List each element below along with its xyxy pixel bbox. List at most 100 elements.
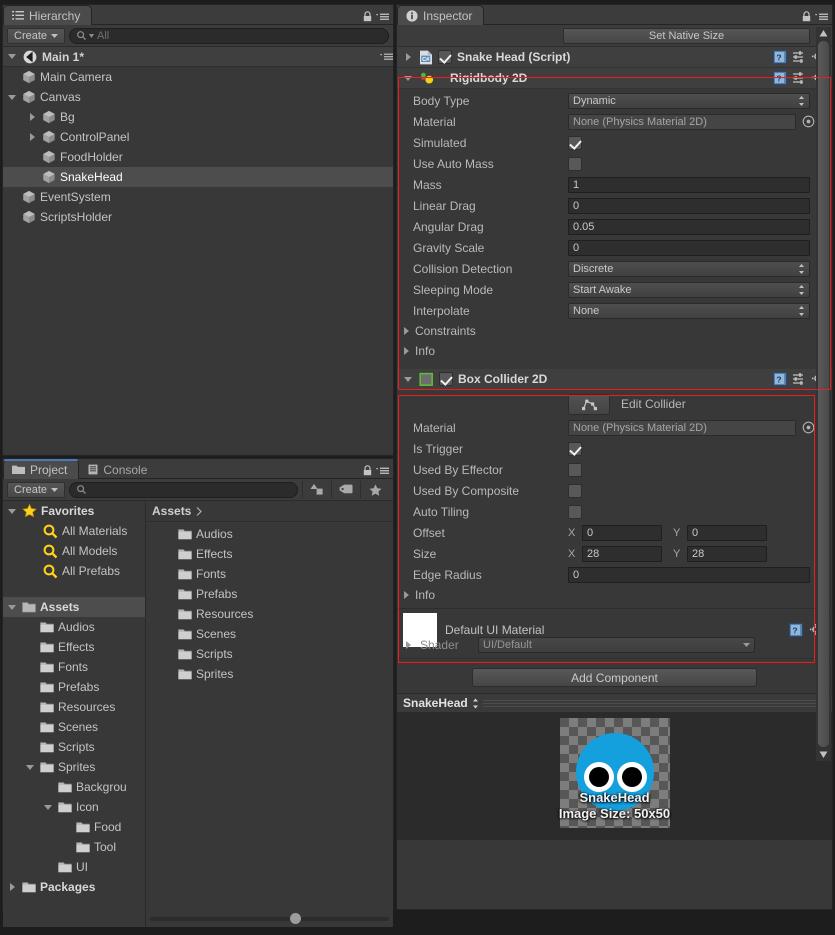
input-linear-drag[interactable]: 0 xyxy=(568,197,810,214)
component-header-box-collider-2d[interactable]: Box Collider 2D ? xyxy=(397,369,832,390)
preview-drag-grip[interactable] xyxy=(482,699,826,707)
tree-item-backgrou[interactable]: Backgrou xyxy=(3,777,145,797)
tree-item-scripts[interactable]: Scripts xyxy=(3,737,145,757)
contents-hscroll-thumb[interactable] xyxy=(290,913,301,924)
hierarchy-item-snakehead[interactable]: SnakeHead xyxy=(3,167,393,187)
content-item-effects[interactable]: Effects xyxy=(146,544,393,564)
preset-icon[interactable] xyxy=(792,50,806,64)
dropdown-shader[interactable]: UI/Default xyxy=(478,637,755,653)
checkbox-auto-tiling[interactable] xyxy=(568,504,582,519)
favorites-expand-arrow[interactable] xyxy=(7,506,18,517)
project-create-button[interactable]: Create xyxy=(7,481,66,498)
panel-menu-icon[interactable] xyxy=(376,465,389,476)
tree-9-expand-arrow[interactable] xyxy=(43,802,54,813)
hierarchy-create-button[interactable]: Create xyxy=(7,27,66,44)
assets-expand-arrow[interactable] xyxy=(7,602,18,613)
hierarchy-item-main-camera[interactable]: Main Camera xyxy=(3,67,393,87)
input-edge-radius[interactable]: 0 xyxy=(568,566,810,583)
component-header-snake-head-script[interactable]: C# Snake Head (Script) ? xyxy=(397,47,832,68)
script-expand-arrow[interactable] xyxy=(403,52,414,63)
input-size-y[interactable]: 28 xyxy=(687,545,767,562)
breadcrumb-assets[interactable]: Assets xyxy=(152,504,191,518)
script-enabled-checkbox[interactable] xyxy=(438,50,452,64)
tree-item-fonts[interactable]: Fonts xyxy=(3,657,145,677)
tree-13-expand-arrow[interactable] xyxy=(7,882,18,893)
help-icon[interactable]: ? xyxy=(789,623,803,637)
help-icon[interactable]: ? xyxy=(773,50,787,64)
tree-item-audios[interactable]: Audios xyxy=(3,617,145,637)
component-header-rigidbody-2d[interactable]: Rigidbody 2D ? xyxy=(397,68,832,89)
foldout-constraints[interactable]: Constraints xyxy=(397,321,832,341)
content-item-sprites[interactable]: Sprites xyxy=(146,664,393,684)
scene-menu-icon[interactable] xyxy=(380,51,393,62)
set-native-size-button[interactable]: Set Native Size xyxy=(563,27,810,44)
tree-item-packages[interactable]: Packages xyxy=(3,877,145,897)
dropdown-sleeping-mode[interactable]: Start Awake xyxy=(568,281,810,298)
tab-inspector[interactable]: Inspector xyxy=(397,5,485,25)
assets-root-row[interactable]: Assets xyxy=(3,597,145,617)
lock-icon[interactable] xyxy=(362,465,373,476)
hierarchy-3-expand-arrow[interactable] xyxy=(27,132,38,143)
content-item-fonts[interactable]: Fonts xyxy=(146,564,393,584)
tab-console[interactable]: Console xyxy=(79,459,159,479)
dropdown-body-type[interactable]: Dynamic xyxy=(568,92,810,109)
tree-item-food[interactable]: Food xyxy=(3,817,145,837)
object-picker-icon[interactable] xyxy=(802,421,815,434)
objectfield-rb-material[interactable]: None (Physics Material 2D) xyxy=(568,113,796,130)
tree-item-ui[interactable]: UI xyxy=(3,857,145,877)
hierarchy-1-expand-arrow[interactable] xyxy=(7,92,18,103)
panel-menu-icon[interactable] xyxy=(815,11,828,22)
panel-menu-icon[interactable] xyxy=(376,11,389,22)
preset-icon[interactable] xyxy=(792,71,806,85)
dropdown-collision-detection[interactable]: Discrete xyxy=(568,260,810,277)
objectfield-collider-material[interactable]: None (Physics Material 2D) xyxy=(568,419,796,436)
scene-root-row[interactable]: Main 1* xyxy=(3,47,393,67)
hierarchy-2-expand-arrow[interactable] xyxy=(27,112,38,123)
tree-item-prefabs[interactable]: Prefabs xyxy=(3,677,145,697)
content-item-scenes[interactable]: Scenes xyxy=(146,624,393,644)
rb-info-expand-arrow[interactable] xyxy=(401,346,412,357)
rigidbody-expand-arrow[interactable] xyxy=(403,73,414,84)
scene-expand-arrow[interactable] xyxy=(7,51,18,62)
tree-item-sprites[interactable]: Sprites xyxy=(3,757,145,777)
tree-item-tool[interactable]: Tool xyxy=(3,837,145,857)
input-mass[interactable]: 1 xyxy=(568,176,810,193)
content-item-audios[interactable]: Audios xyxy=(146,524,393,544)
foldout-rb-info[interactable]: Info xyxy=(397,341,832,361)
tree-item-effects[interactable]: Effects xyxy=(3,637,145,657)
preset-icon[interactable] xyxy=(792,372,806,386)
content-item-prefabs[interactable]: Prefabs xyxy=(146,584,393,604)
input-offset-y[interactable]: 0 xyxy=(687,524,767,541)
input-offset-x[interactable]: 0 xyxy=(582,524,662,541)
collider-info-expand-arrow[interactable] xyxy=(401,590,412,601)
help-icon[interactable]: ? xyxy=(773,372,787,386)
checkbox-is-trigger[interactable] xyxy=(568,441,582,456)
contents-hscrollbar[interactable] xyxy=(150,913,389,924)
material-expand-arrow[interactable] xyxy=(403,640,414,651)
hierarchy-item-foodholder[interactable]: FoodHolder xyxy=(3,147,393,167)
collider-enabled-checkbox[interactable] xyxy=(439,372,453,386)
tab-hierarchy[interactable]: Hierarchy xyxy=(3,5,93,25)
checkbox-simulated[interactable] xyxy=(568,135,582,150)
hierarchy-item-controlpanel[interactable]: ControlPanel xyxy=(3,127,393,147)
dropdown-interpolate[interactable]: None xyxy=(568,302,810,319)
input-size-x[interactable]: 28 xyxy=(582,545,662,562)
inspector-scrollbar[interactable] xyxy=(816,27,831,761)
filter-by-type-button[interactable] xyxy=(302,481,331,498)
project-search-input[interactable] xyxy=(69,481,298,498)
add-component-button[interactable]: Add Component xyxy=(472,668,757,687)
tree-7-expand-arrow[interactable] xyxy=(25,762,36,773)
favorites-filter-button[interactable] xyxy=(360,481,389,498)
hierarchy-item-bg[interactable]: Bg xyxy=(3,107,393,127)
input-gravity-scale[interactable]: 0 xyxy=(568,239,810,256)
hierarchy-search-input[interactable]: All xyxy=(69,27,389,44)
hierarchy-item-eventsystem[interactable]: EventSystem xyxy=(3,187,393,207)
favorite-item-all-prefabs[interactable]: All Prefabs xyxy=(3,561,145,581)
checkbox-use-auto-mass[interactable] xyxy=(568,156,582,171)
hierarchy-item-scriptsholder[interactable]: ScriptsHolder xyxy=(3,207,393,227)
checkbox-used-by-effector[interactable] xyxy=(568,462,582,477)
tab-project[interactable]: Project xyxy=(3,459,80,479)
preview-updown-icon[interactable] xyxy=(472,698,479,709)
checkbox-used-by-composite[interactable] xyxy=(568,483,582,498)
input-angular-drag[interactable]: 0.05 xyxy=(568,218,810,235)
